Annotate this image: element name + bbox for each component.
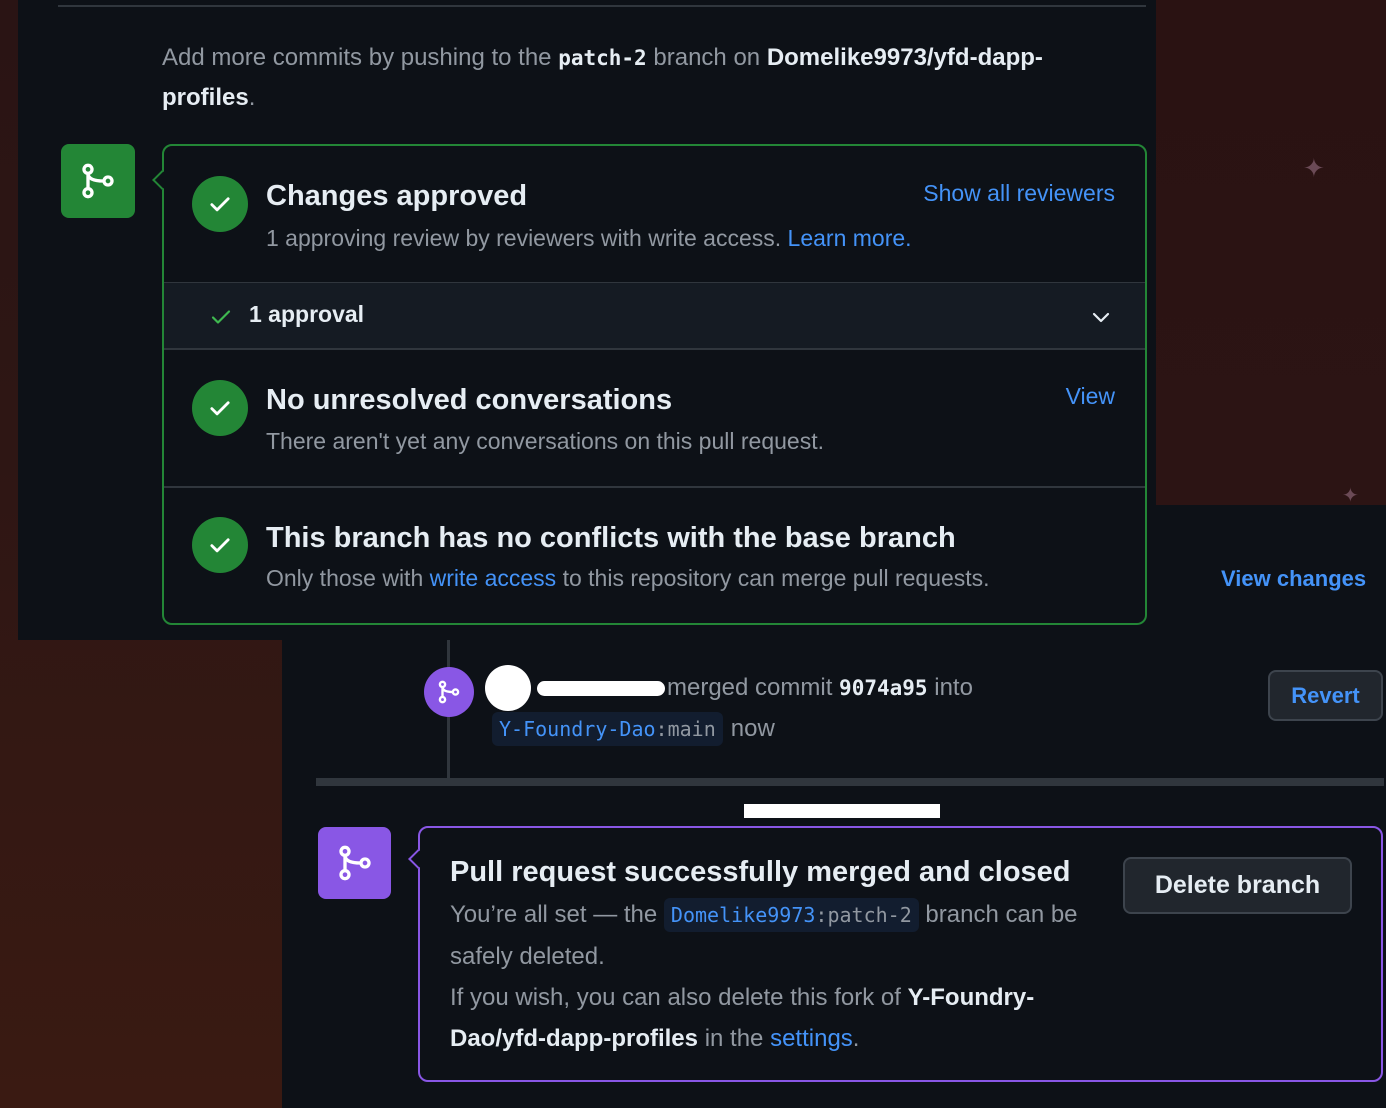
merge-checks-box: Changes approved 1 approving review by r… [152, 144, 1147, 625]
show-all-reviewers-link[interactable]: Show all reviewers [923, 180, 1115, 207]
merge-status-badge [61, 144, 135, 218]
check-no-conflicts: This branch has no conflicts with the ba… [164, 488, 1145, 623]
learn-more-link[interactable]: Learn more. [788, 225, 912, 251]
check-icon [211, 310, 231, 324]
merge-event-text: merged commit 9074a95 into [667, 674, 973, 701]
merge-target: Y-Foundry-Dao:main now [492, 712, 775, 746]
background-right [1156, 0, 1386, 505]
delete-branch-button[interactable]: Delete branch [1123, 857, 1352, 914]
write-access-link[interactable]: write access [430, 565, 557, 591]
target-branch-chip[interactable]: Y-Foundry-Dao:main [492, 712, 723, 746]
chevron-down-icon [1092, 312, 1110, 323]
check-description: 1 approving review by reviewers with wri… [266, 225, 912, 251]
commit-sha-link[interactable]: 9074a95 [839, 676, 928, 700]
sparkle-icon: ✦ [1303, 153, 1325, 183]
divider [58, 5, 1146, 7]
revert-button[interactable]: Revert [1268, 670, 1383, 721]
sparkle-icon: ✦ [1342, 485, 1359, 507]
git-merge-icon [82, 163, 114, 199]
push-commits-hint: Add more commits by pushing to the patch… [162, 44, 1043, 111]
redaction-bar [744, 804, 940, 818]
redacted-username [537, 681, 665, 696]
settings-link[interactable]: settings [770, 1025, 853, 1052]
avatar[interactable] [485, 665, 531, 711]
check-circle-icon [192, 380, 248, 436]
approvals-count: 1 approval [249, 301, 365, 327]
merged-status-badge [318, 827, 391, 899]
merged-description: You’re all set — the Domelike9973:patch-… [450, 894, 1090, 1059]
check-circle-icon [192, 517, 248, 573]
check-description: There aren't yet any conversations on th… [266, 428, 824, 454]
merge-time: now [730, 715, 775, 742]
timeline-divider [316, 778, 1384, 786]
view-changes-link[interactable]: View changes [1221, 566, 1366, 592]
check-title: Changes approved [266, 180, 528, 212]
head-branch-chip[interactable]: Domelike9973:patch-2 [663, 898, 919, 932]
branch-name: patch-2 [558, 46, 647, 70]
check-description: Only those with write access to this rep… [266, 565, 990, 591]
merged-title: Pull request successfully merged and clo… [450, 856, 1071, 888]
check-title: No unresolved conversations [266, 384, 673, 416]
check-changes-approved: Changes approved 1 approving review by r… [164, 146, 1145, 282]
check-title: This branch has no conflicts with the ba… [266, 522, 956, 554]
approvals-toggle[interactable]: 1 approval [164, 282, 1145, 350]
check-circle-icon [192, 176, 248, 232]
merged-event-badge [424, 667, 474, 717]
git-merge-icon [438, 680, 460, 704]
check-conversations: No unresolved conversations There aren't… [164, 350, 1145, 486]
view-conversations-link[interactable]: View [1066, 383, 1115, 410]
git-merge-icon [338, 845, 371, 881]
